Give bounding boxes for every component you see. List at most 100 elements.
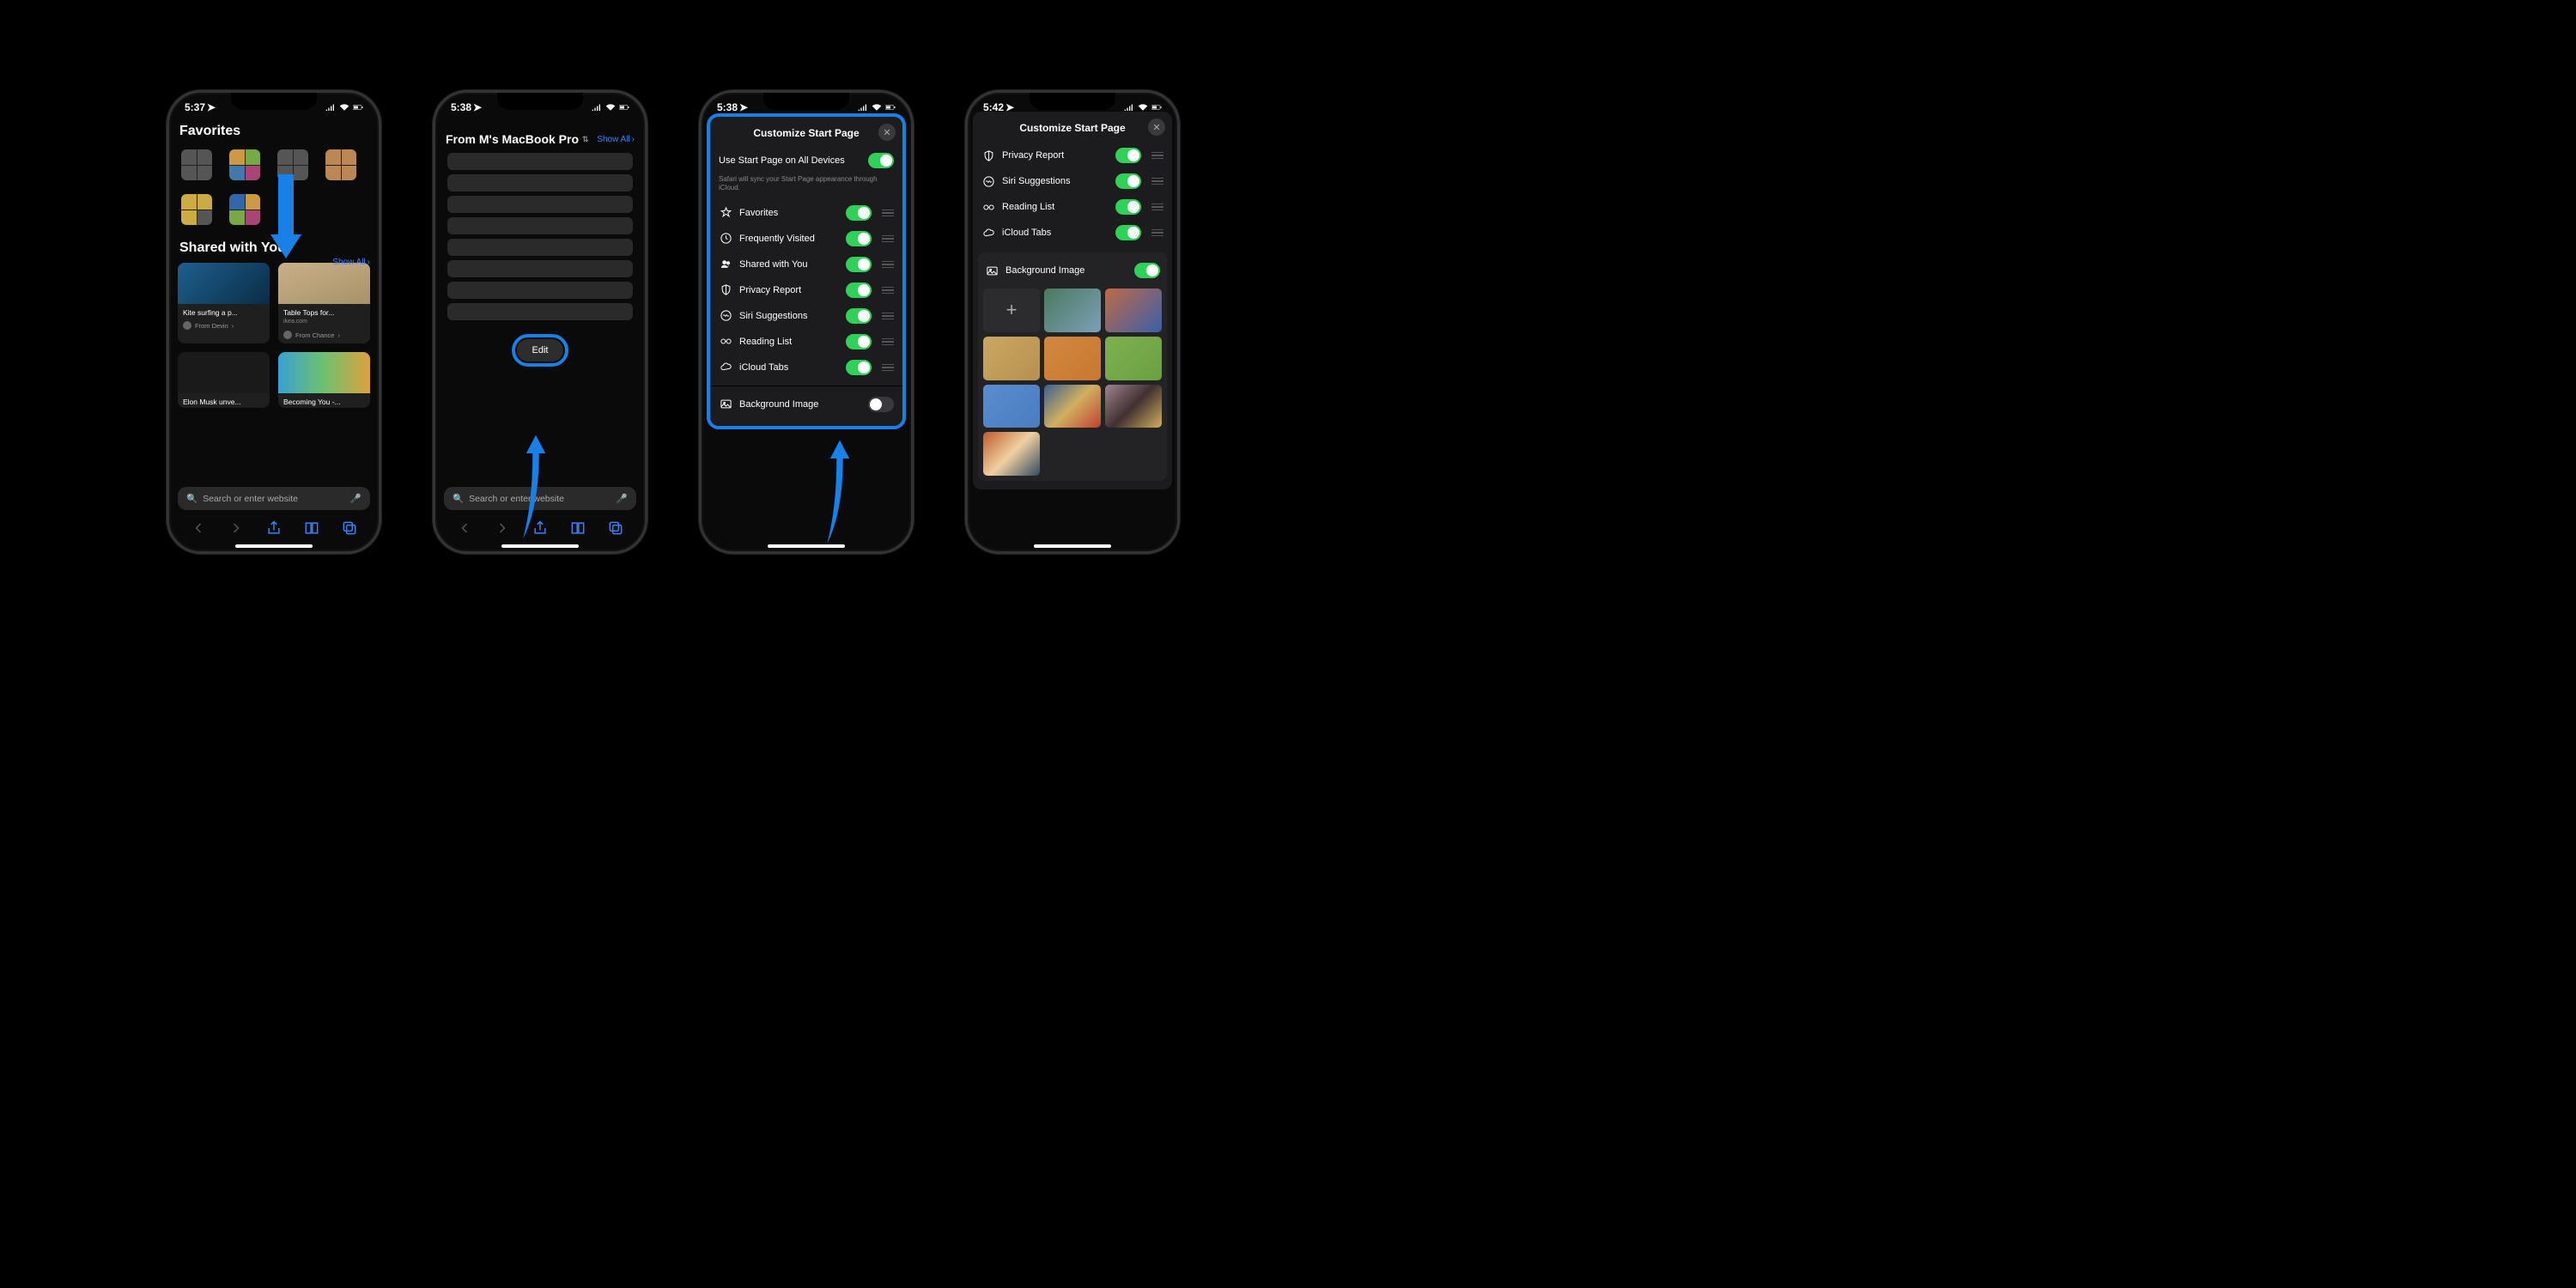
background-tile[interactable] [1105, 385, 1162, 428]
show-all-link[interactable]: Show All› [332, 258, 370, 267]
notch [1030, 93, 1115, 110]
favorite-folder[interactable] [229, 194, 260, 225]
home-indicator[interactable] [235, 544, 313, 548]
edit-button[interactable]: Edit [517, 339, 564, 361]
favorite-folder[interactable] [181, 194, 212, 225]
tab-item-blurred[interactable] [447, 282, 633, 299]
home-indicator[interactable] [768, 544, 845, 548]
bookmarks-icon[interactable] [569, 519, 586, 537]
tab-item-blurred[interactable] [447, 303, 633, 320]
share-icon[interactable] [265, 519, 283, 537]
clock-icon [719, 232, 732, 246]
favorite-folder[interactable] [325, 149, 356, 180]
sync-toggle[interactable] [868, 153, 894, 168]
option-toggle[interactable] [1115, 199, 1141, 215]
background-tile[interactable] [983, 385, 1040, 428]
tabs-icon[interactable] [607, 519, 624, 537]
option-label: Frequently Visited [739, 234, 839, 244]
tab-item-blurred[interactable] [447, 217, 633, 234]
option-toggle[interactable] [846, 205, 872, 221]
show-all-link[interactable]: Show All› [597, 135, 635, 144]
option-toggle[interactable] [1115, 225, 1141, 240]
background-tile[interactable] [1044, 289, 1101, 332]
background-grid: + [983, 289, 1162, 476]
forward-icon[interactable] [228, 519, 245, 537]
tab-item-blurred[interactable] [447, 239, 633, 256]
option-toggle[interactable] [846, 334, 872, 349]
drag-handle-icon[interactable] [1151, 204, 1163, 211]
drag-handle-icon[interactable] [882, 287, 894, 295]
glasses-icon [719, 335, 732, 349]
status-indicators [592, 103, 629, 112]
cloud-icon [981, 226, 995, 240]
background-tile[interactable] [1105, 289, 1162, 332]
tab-item-blurred[interactable] [447, 260, 633, 277]
bookmarks-icon[interactable] [303, 519, 320, 537]
shared-card[interactable]: Table Tops for... ikea.com From Chance› [278, 263, 370, 343]
image-icon [985, 264, 999, 277]
drag-handle-icon[interactable] [1151, 229, 1163, 237]
shared-card[interactable]: Elon Musk unve... [178, 352, 270, 408]
background-toggle[interactable] [868, 397, 894, 412]
option-row-favorites: Favorites [717, 200, 896, 226]
option-toggle[interactable] [1115, 173, 1141, 189]
option-label: Favorites [739, 208, 839, 218]
notch [497, 93, 583, 110]
background-tile[interactable] [983, 432, 1040, 476]
drag-handle-icon[interactable] [1151, 178, 1163, 185]
sheet-title: Customize Start Page [1019, 122, 1125, 134]
option-toggle[interactable] [846, 231, 872, 246]
background-toggle[interactable] [1134, 263, 1160, 278]
card-title: Kite surfing a p... [178, 304, 270, 319]
background-tile[interactable] [983, 337, 1040, 380]
address-bar[interactable]: 🔍 Search or enter website 🎤 [178, 487, 370, 510]
section-header[interactable]: From M's MacBook Pro ⇅ [446, 132, 589, 146]
option-toggle[interactable] [846, 360, 872, 375]
mic-icon[interactable]: 🎤 [617, 493, 628, 504]
card-thumbnail [278, 352, 370, 393]
shield-icon [719, 283, 732, 297]
tab-item-blurred[interactable] [447, 174, 633, 191]
background-tile[interactable] [1044, 385, 1101, 428]
location-icon: ➤ [207, 101, 216, 113]
background-tile[interactable] [1105, 337, 1162, 380]
cloud-icon [719, 361, 732, 374]
search-icon: 🔍 [186, 493, 197, 504]
close-button[interactable]: ✕ [1148, 118, 1165, 136]
shared-card[interactable]: Kite surfing a p... From Devin› [178, 263, 270, 343]
drag-handle-icon[interactable] [882, 313, 894, 320]
back-icon[interactable] [456, 519, 473, 537]
favorite-folder[interactable] [181, 149, 212, 180]
shield-icon [981, 149, 995, 162]
sync-description: Safari will sync your Start Page appeara… [717, 173, 896, 200]
shared-card[interactable]: Becoming You -... [278, 352, 370, 408]
tabs-icon[interactable] [341, 519, 358, 537]
option-toggle[interactable] [1115, 148, 1141, 163]
tab-item-blurred[interactable] [447, 196, 633, 213]
image-icon [719, 398, 732, 411]
drag-handle-icon[interactable] [882, 235, 894, 243]
option-toggle[interactable] [846, 257, 872, 272]
home-indicator[interactable] [1034, 544, 1111, 548]
annotation-arrow-up [823, 436, 856, 548]
option-label: Siri Suggestions [739, 311, 839, 321]
add-background-button[interactable]: + [983, 289, 1040, 332]
tab-item-blurred[interactable] [447, 153, 633, 170]
background-tile[interactable] [1044, 337, 1101, 380]
background-image-row: Background Image [983, 258, 1162, 283]
forward-icon[interactable] [494, 519, 511, 537]
mic-icon[interactable]: 🎤 [350, 493, 361, 504]
drag-handle-icon[interactable] [882, 338, 894, 346]
drag-handle-icon[interactable] [882, 210, 894, 217]
option-toggle[interactable] [846, 308, 872, 324]
close-button[interactable]: ✕ [878, 124, 896, 141]
option-label: iCloud Tabs [739, 362, 839, 373]
drag-handle-icon[interactable] [882, 364, 894, 372]
drag-handle-icon[interactable] [882, 261, 894, 269]
option-toggle[interactable] [846, 283, 872, 298]
favorite-folder[interactable] [229, 149, 260, 180]
drag-handle-icon[interactable] [1151, 152, 1163, 160]
back-icon[interactable] [190, 519, 207, 537]
option-row-privacy-report: Privacy Report [980, 143, 1165, 168]
home-indicator[interactable] [501, 544, 579, 548]
